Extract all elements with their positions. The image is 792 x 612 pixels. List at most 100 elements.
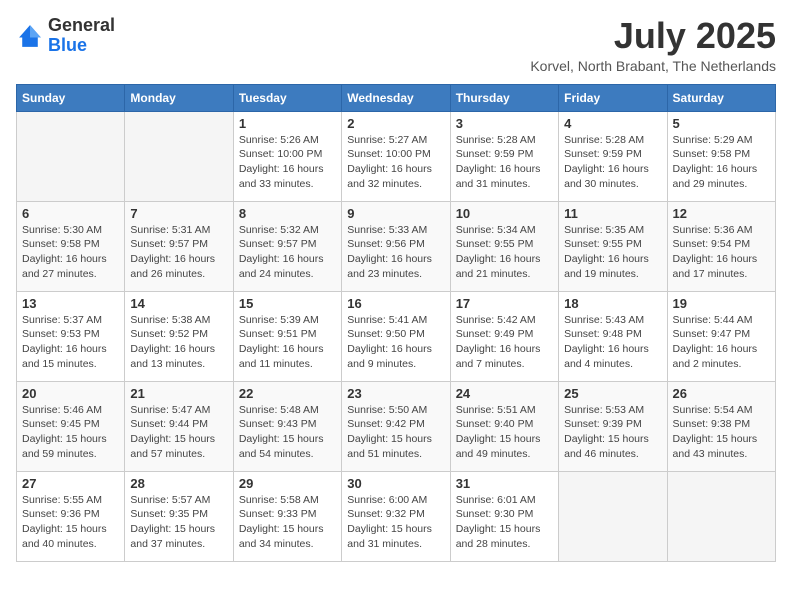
day-number: 29 [239,476,336,491]
day-number: 28 [130,476,227,491]
logo-icon [16,22,44,50]
day-number: 17 [456,296,553,311]
calendar-cell: 20 Sunrise: 5:46 AM Sunset: 9:45 PM Dayli… [17,381,125,471]
calendar-cell: 21Sunrise: 5:47 AM Sunset: 9:44 PM Dayli… [125,381,233,471]
day-number: 3 [456,116,553,131]
calendar-cell: 26Sunrise: 5:54 AM Sunset: 9:38 PM Dayli… [667,381,775,471]
calendar-cell: 29 Sunrise: 5:58 AM Sunset: 9:33 PM Dayli… [233,471,341,561]
day-number: 10 [456,206,553,221]
day-info: Sunrise: 5:34 AM Sunset: 9:55 PM Dayligh… [456,223,553,282]
day-info: Sunrise: 5:46 AM Sunset: 9:45 PM Dayligh… [22,403,119,462]
day-info: Sunrise: 5:48 AM Sunset: 9:43 PM Dayligh… [239,403,336,462]
calendar-week-4: 20 Sunrise: 5:46 AM Sunset: 9:45 PM Dayli… [17,381,776,471]
logo: General Blue [16,16,115,56]
calendar-cell: 18 Sunrise: 5:43 AM Sunset: 9:48 PM Dayli… [559,291,667,381]
calendar-week-3: 13 Sunrise: 5:37 AM Sunset: 9:53 PM Dayli… [17,291,776,381]
month-title: July 2025 [530,16,776,56]
day-info: Sunrise: 5:50 AM Sunset: 9:42 PM Dayligh… [347,403,444,462]
calendar-table: SundayMondayTuesdayWednesdayThursdayFrid… [16,84,776,562]
calendar-cell: 9Sunrise: 5:33 AM Sunset: 9:56 PM Daylig… [342,201,450,291]
title-block: July 2025 Korvel, North Brabant, The Net… [530,16,776,74]
calendar-week-2: 6Sunrise: 5:30 AM Sunset: 9:58 PM Daylig… [17,201,776,291]
day-number: 21 [130,386,227,401]
weekday-header-sunday: Sunday [17,84,125,111]
day-info: Sunrise: 5:54 AM Sunset: 9:38 PM Dayligh… [673,403,770,462]
day-info: Sunrise: 5:29 AM Sunset: 9:58 PM Dayligh… [673,133,770,192]
day-number: 12 [673,206,770,221]
day-info: Sunrise: 5:39 AM Sunset: 9:51 PM Dayligh… [239,313,336,372]
day-number: 2 [347,116,444,131]
calendar-cell: 22 Sunrise: 5:48 AM Sunset: 9:43 PM Dayli… [233,381,341,471]
logo-text: General Blue [48,16,115,56]
calendar-cell: 6Sunrise: 5:30 AM Sunset: 9:58 PM Daylig… [17,201,125,291]
day-info: Sunrise: 5:35 AM Sunset: 9:55 PM Dayligh… [564,223,661,282]
day-info: Sunrise: 5:42 AM Sunset: 9:49 PM Dayligh… [456,313,553,372]
day-info: Sunrise: 5:26 AM Sunset: 10:00 PM Daylig… [239,133,336,192]
day-info: Sunrise: 5:41 AM Sunset: 9:50 PM Dayligh… [347,313,444,372]
weekday-header-monday: Monday [125,84,233,111]
day-info: Sunrise: 5:33 AM Sunset: 9:56 PM Dayligh… [347,223,444,282]
day-info: Sunrise: 6:00 AM Sunset: 9:32 PM Dayligh… [347,493,444,552]
day-number: 4 [564,116,661,131]
calendar-cell: 1 Sunrise: 5:26 AM Sunset: 10:00 PM Dayli… [233,111,341,201]
day-number: 16 [347,296,444,311]
day-info: Sunrise: 5:43 AM Sunset: 9:48 PM Dayligh… [564,313,661,372]
day-info: Sunrise: 5:57 AM Sunset: 9:35 PM Dayligh… [130,493,227,552]
calendar-cell: 8 Sunrise: 5:32 AM Sunset: 9:57 PM Daylig… [233,201,341,291]
weekday-header-friday: Friday [559,84,667,111]
calendar-cell: 27 Sunrise: 5:55 AM Sunset: 9:36 PM Dayli… [17,471,125,561]
day-info: Sunrise: 6:01 AM Sunset: 9:30 PM Dayligh… [456,493,553,552]
calendar-cell [17,111,125,201]
location: Korvel, North Brabant, The Netherlands [530,58,776,74]
calendar-cell: 19 Sunrise: 5:44 AM Sunset: 9:47 PM Dayli… [667,291,775,381]
day-number: 1 [239,116,336,131]
calendar-cell: 16 Sunrise: 5:41 AM Sunset: 9:50 PM Dayli… [342,291,450,381]
day-number: 15 [239,296,336,311]
day-info: Sunrise: 5:36 AM Sunset: 9:54 PM Dayligh… [673,223,770,282]
calendar-week-1: 1 Sunrise: 5:26 AM Sunset: 10:00 PM Dayli… [17,111,776,201]
day-number: 27 [22,476,119,491]
day-info: Sunrise: 5:31 AM Sunset: 9:57 PM Dayligh… [130,223,227,282]
calendar-cell: 15 Sunrise: 5:39 AM Sunset: 9:51 PM Dayli… [233,291,341,381]
day-info: Sunrise: 5:51 AM Sunset: 9:40 PM Dayligh… [456,403,553,462]
day-info: Sunrise: 5:38 AM Sunset: 9:52 PM Dayligh… [130,313,227,372]
calendar-cell: 5Sunrise: 5:29 AM Sunset: 9:58 PM Daylig… [667,111,775,201]
calendar-cell: 2 Sunrise: 5:27 AM Sunset: 10:00 PM Dayli… [342,111,450,201]
calendar-cell: 23Sunrise: 5:50 AM Sunset: 9:42 PM Dayli… [342,381,450,471]
calendar-cell: 31 Sunrise: 6:01 AM Sunset: 9:30 PM Dayli… [450,471,558,561]
day-number: 8 [239,206,336,221]
day-number: 13 [22,296,119,311]
calendar-cell: 11Sunrise: 5:35 AM Sunset: 9:55 PM Dayli… [559,201,667,291]
calendar-cell: 13 Sunrise: 5:37 AM Sunset: 9:53 PM Dayli… [17,291,125,381]
day-number: 19 [673,296,770,311]
day-number: 31 [456,476,553,491]
day-number: 22 [239,386,336,401]
day-info: Sunrise: 5:53 AM Sunset: 9:39 PM Dayligh… [564,403,661,462]
weekday-header-wednesday: Wednesday [342,84,450,111]
calendar-cell: 24 Sunrise: 5:51 AM Sunset: 9:40 PM Dayli… [450,381,558,471]
page-header: General Blue July 2025 Korvel, North Bra… [16,16,776,74]
calendar-cell: 3 Sunrise: 5:28 AM Sunset: 9:59 PM Daylig… [450,111,558,201]
day-info: Sunrise: 5:32 AM Sunset: 9:57 PM Dayligh… [239,223,336,282]
calendar-cell [125,111,233,201]
day-number: 20 [22,386,119,401]
day-info: Sunrise: 5:55 AM Sunset: 9:36 PM Dayligh… [22,493,119,552]
day-info: Sunrise: 5:27 AM Sunset: 10:00 PM Daylig… [347,133,444,192]
day-number: 18 [564,296,661,311]
day-number: 30 [347,476,444,491]
calendar-cell: 17 Sunrise: 5:42 AM Sunset: 9:49 PM Dayli… [450,291,558,381]
calendar-header-row: SundayMondayTuesdayWednesdayThursdayFrid… [17,84,776,111]
calendar-cell: 10 Sunrise: 5:34 AM Sunset: 9:55 PM Dayli… [450,201,558,291]
calendar-cell: 28 Sunrise: 5:57 AM Sunset: 9:35 PM Dayli… [125,471,233,561]
day-number: 24 [456,386,553,401]
day-info: Sunrise: 5:58 AM Sunset: 9:33 PM Dayligh… [239,493,336,552]
day-info: Sunrise: 5:37 AM Sunset: 9:53 PM Dayligh… [22,313,119,372]
day-info: Sunrise: 5:28 AM Sunset: 9:59 PM Dayligh… [564,133,661,192]
day-info: Sunrise: 5:44 AM Sunset: 9:47 PM Dayligh… [673,313,770,372]
day-number: 7 [130,206,227,221]
calendar-week-5: 27 Sunrise: 5:55 AM Sunset: 9:36 PM Dayli… [17,471,776,561]
calendar-cell: 25Sunrise: 5:53 AM Sunset: 9:39 PM Dayli… [559,381,667,471]
day-info: Sunrise: 5:28 AM Sunset: 9:59 PM Dayligh… [456,133,553,192]
weekday-header-thursday: Thursday [450,84,558,111]
day-number: 6 [22,206,119,221]
